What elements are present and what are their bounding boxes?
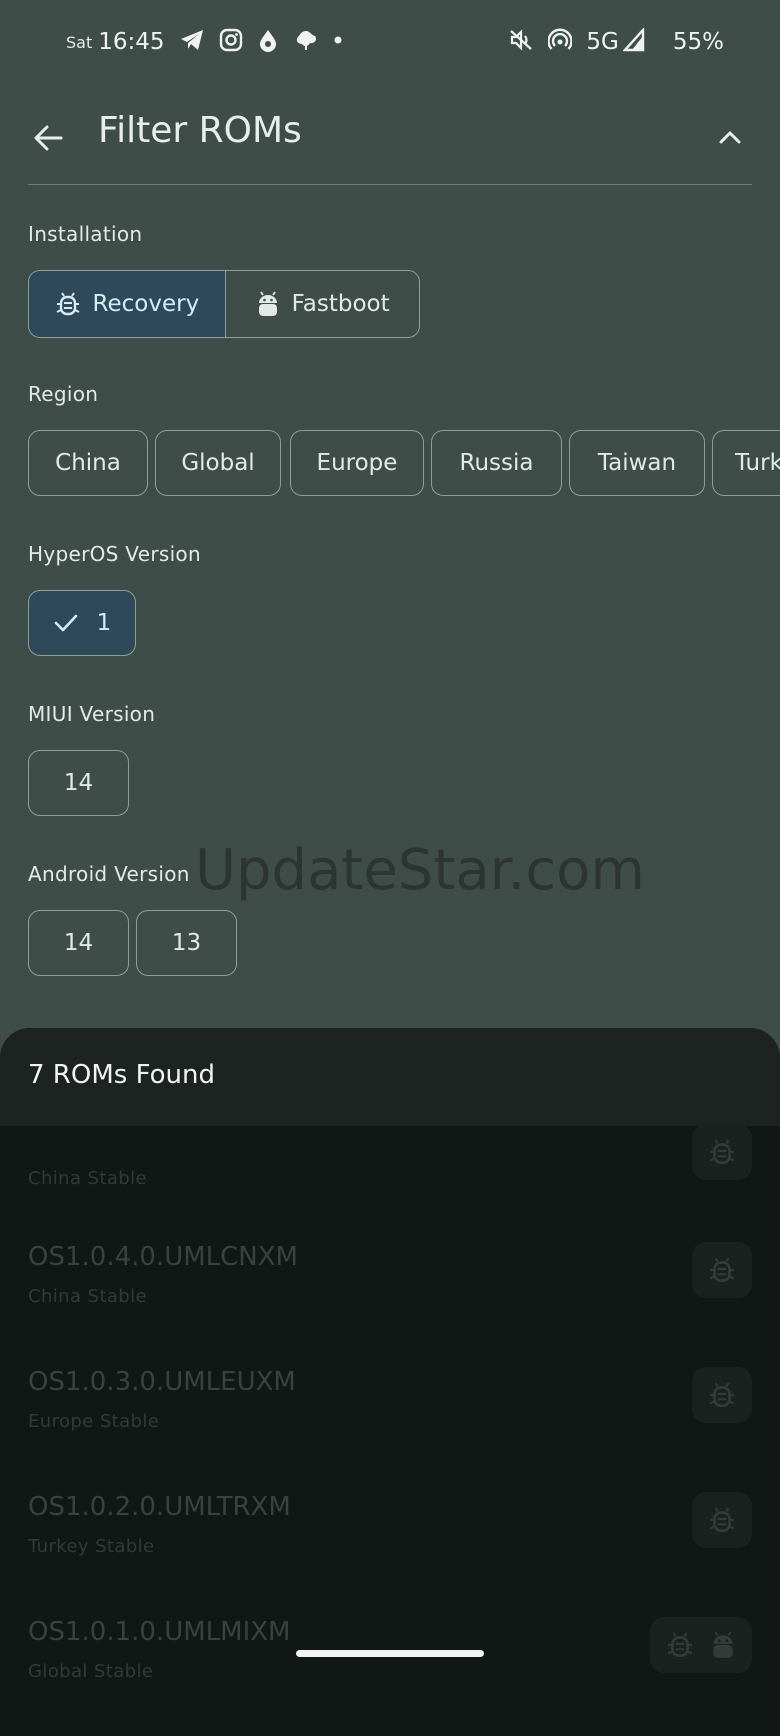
gesture-nav-handle[interactable] [296,1650,484,1657]
header-divider [28,184,752,185]
back-arrow-icon [34,125,63,151]
bug-icon [56,292,79,316]
rom-name: OS1.0.4.0.UMLCNXM [28,1242,298,1272]
install-method-badge [650,1617,752,1673]
telegram-icon [179,28,205,56]
installation-option-recovery[interactable]: Recovery [29,271,225,337]
region-chip-europe[interactable]: Europe [290,430,424,496]
rom-name: OS1.0.1.0.UMLMIXM [28,1617,291,1647]
watermark: UpdateStar.com [195,838,645,903]
leaf-icon [293,28,319,56]
install-method-badge [692,1242,752,1298]
region-chip-china[interactable]: China [28,430,148,496]
miui-chip-14[interactable]: 14 [28,750,129,816]
rom-list-item[interactable]: OS1.0.3.0.UMLEUXM Europe Stable [0,1349,780,1459]
region-chip-russia[interactable]: Russia [431,430,562,496]
install-method-badge [692,1124,752,1180]
android-label: Android Version [28,862,190,886]
collapse-button[interactable] [708,116,752,160]
bug-icon [709,1507,735,1532]
drop-icon [257,28,279,56]
hyperos-label: HyperOS Version [28,542,201,566]
rom-subtitle: Turkey Stable [28,1536,155,1557]
chip-label: 14 [63,770,94,796]
rom-name: OS1.0.2.0.UMLTRXM [28,1492,291,1522]
status-time: 16:45 [98,29,165,55]
installation-option-fastboot-label: Fastboot [291,291,390,317]
chip-label: 13 [171,930,202,956]
chip-label: Turk [735,450,780,476]
page-title: Filter ROMs [98,110,302,151]
rom-list-item[interactable]: OS1.0.2.0.UMLTRXM Turkey Stable [0,1474,780,1584]
rom-list-item[interactable]: OS1.0.4.0.UMLCNXM China Stable [0,1224,780,1334]
dot-icon [333,28,343,56]
chip-label: China [55,450,121,476]
battery-level: 55% [672,29,724,55]
bug-icon [709,1382,735,1407]
rom-subtitle: Europe Stable [28,1411,160,1432]
installation-label: Installation [28,222,143,246]
status-bar: Sat 16:45 5G 55% [0,0,780,90]
region-chip-taiwan[interactable]: Taiwan [569,430,705,496]
mute-icon [508,28,534,56]
network-type: 5G [586,29,619,55]
android-icon [713,1631,733,1658]
chip-label: Global [181,450,255,476]
rom-subtitle: Global Stable [28,1661,154,1682]
back-button[interactable] [26,116,70,160]
signal-icon [622,26,645,56]
bug-icon [709,1139,735,1164]
rom-subtitle: China Stable [28,1286,147,1307]
rom-subtitle: China Stable [28,1168,147,1189]
results-count: 7 ROMs Found [28,1060,215,1090]
android-icon [258,291,277,316]
installation-option-fastboot[interactable]: Fastboot [226,271,419,337]
chevron-up-icon [719,131,741,144]
region-chip-turkey[interactable]: Turk [712,430,780,496]
bug-icon [709,1257,735,1282]
chip-label: 1 [96,610,112,636]
instagram-icon [219,28,243,56]
status-right: 5G 55% [508,26,724,56]
miui-label: MIUI Version [28,702,156,726]
bug-icon [667,1632,693,1657]
rom-name: OS1.0.3.0.UMLEUXM [28,1367,296,1397]
results-header: 7 ROMs Found [0,1028,780,1126]
installation-option-recovery-label: Recovery [92,291,200,317]
installation-segmented-control: Recovery Fastboot [28,270,420,338]
hyperos-chip-1[interactable]: 1 [28,590,136,656]
app-bar: Filter ROMs [0,96,780,186]
status-left: Sat 16:45 [66,28,343,56]
chip-label: Europe [316,450,398,476]
check-icon [54,614,77,632]
region-label: Region [28,382,99,406]
results-sheet[interactable]: China Stable 7 ROMs Found OS1.0.4.0.UMLC… [0,1028,780,1736]
android-chip-14[interactable]: 14 [28,910,129,976]
status-day: Sat [66,32,93,52]
region-chip-global[interactable]: Global [155,430,281,496]
install-method-badge [692,1492,752,1548]
chip-label: Russia [459,450,534,476]
install-method-badge [692,1367,752,1423]
hotspot-icon [547,28,574,56]
android-chip-13[interactable]: 13 [136,910,237,976]
chip-label: 14 [63,930,94,956]
chip-label: Taiwan [597,450,677,476]
